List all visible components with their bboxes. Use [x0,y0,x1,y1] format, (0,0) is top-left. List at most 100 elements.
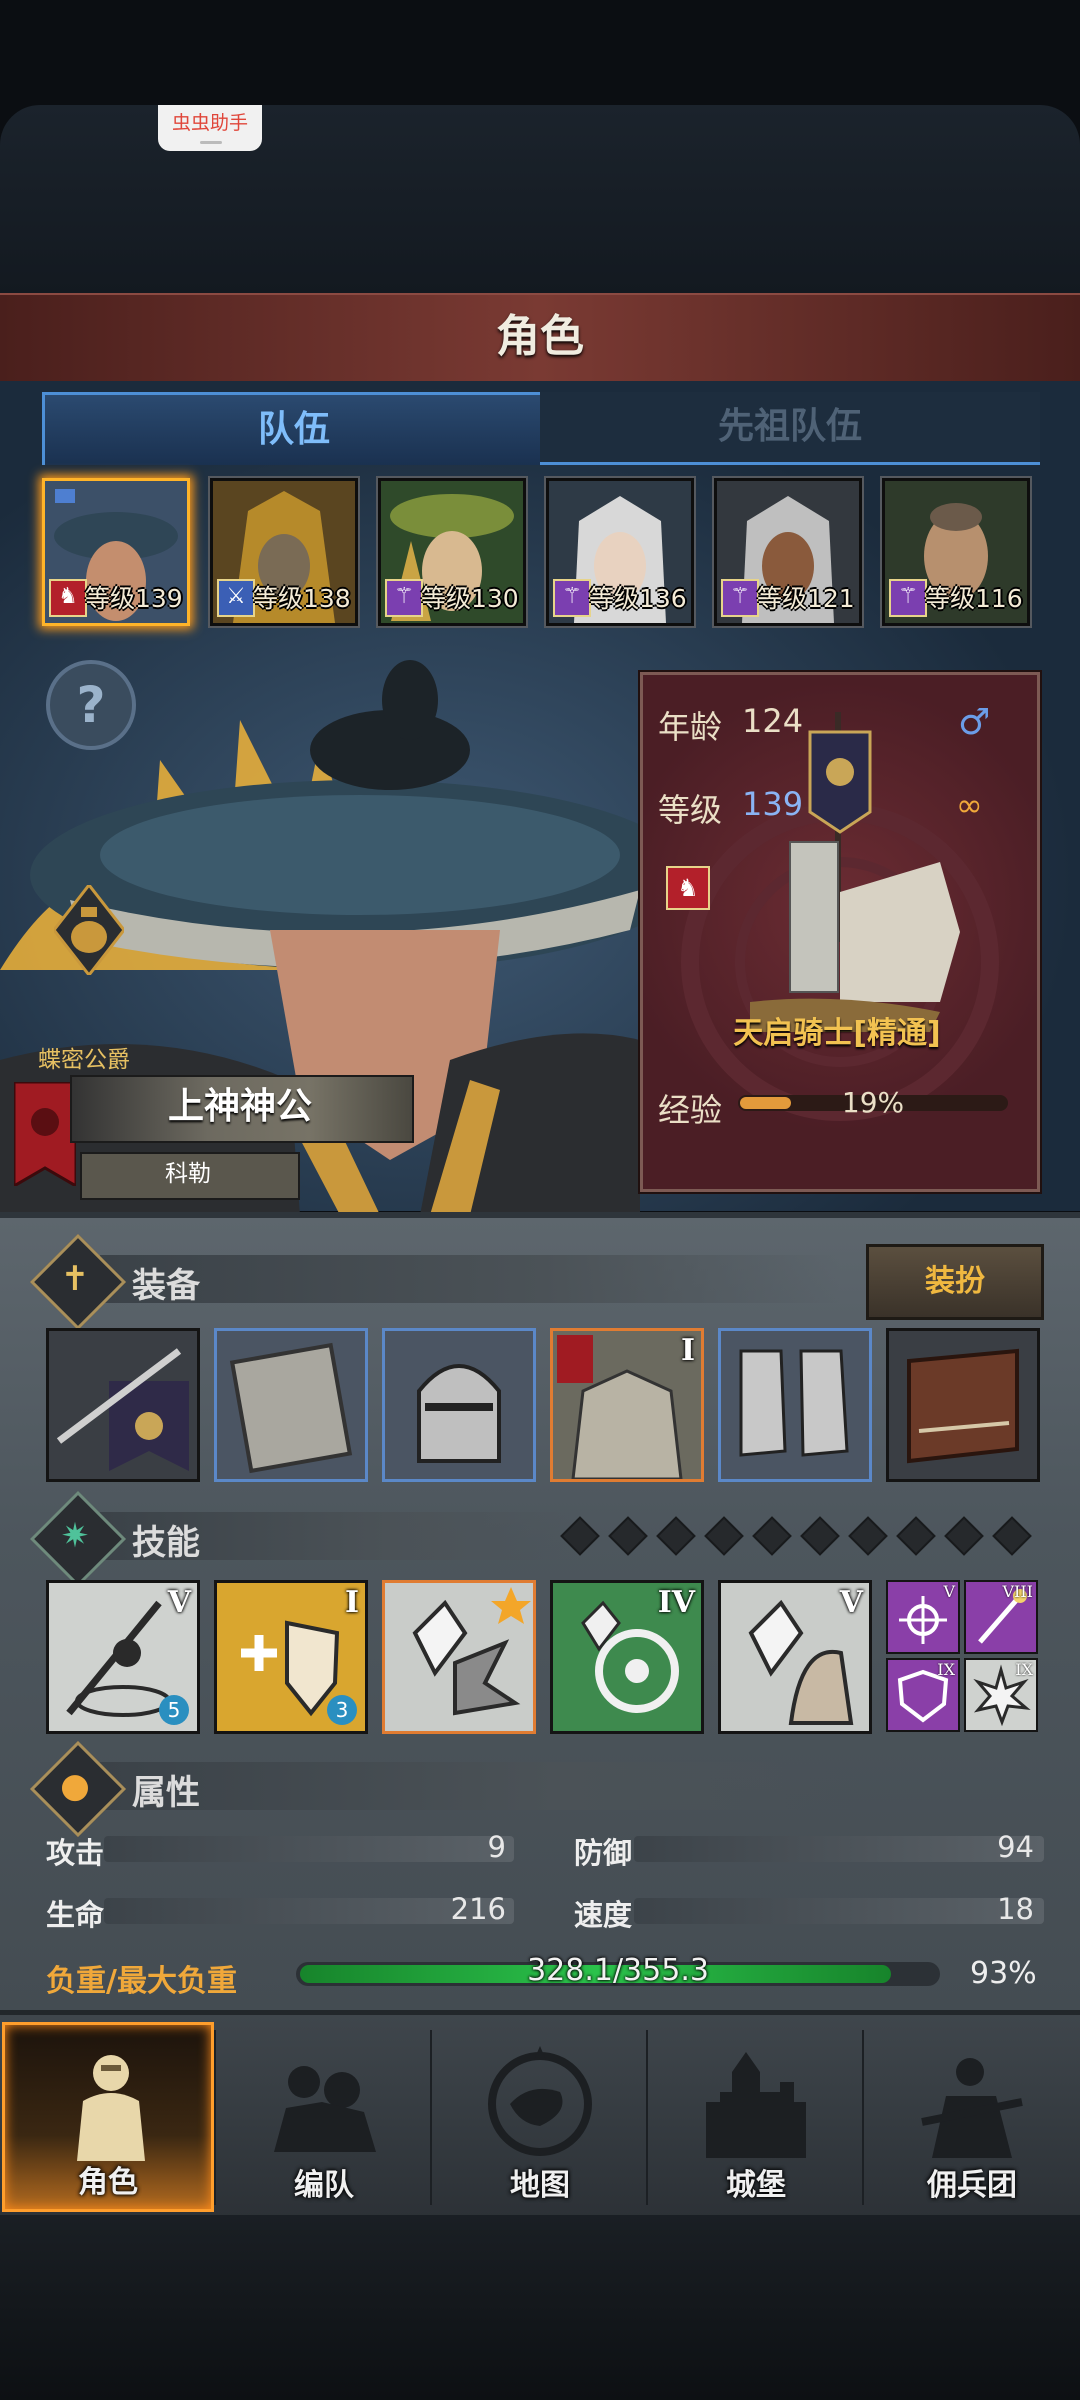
nav-label: 地图 [510,2168,570,2203]
speed-label: 速度 [574,1898,633,1932]
attributes-header-bar [100,1762,860,1810]
hero-card-1[interactable]: ♞ 等级139 [42,478,190,626]
hero-card-3[interactable]: ⚚ 等级130 [378,478,526,626]
equipment-slot-shield[interactable] [214,1328,368,1482]
equipment-slot-armor[interactable]: I [550,1328,704,1482]
staff-icon: ⚚ [553,579,591,617]
age-value: 124 [742,702,804,740]
attack-label: 攻击 [46,1836,105,1870]
load-percent: 93% [970,1956,1037,1991]
skill-slot-5[interactable]: V [718,1580,872,1734]
tab-team[interactable]: 队伍 [42,392,546,465]
helper-badge[interactable]: 虫虫助手 [158,105,262,151]
formation-icon [274,2066,376,2152]
skill-tier: IV [657,1585,695,1620]
skill-tier: IX [1015,1660,1033,1679]
hero-card-6[interactable]: ⚚ 等级116 [882,478,1030,626]
hero-level: 等级138 [253,584,351,613]
passive-skill-2[interactable]: VIII [964,1580,1038,1654]
nav-divider [646,2030,648,2205]
tab-ancestor[interactable]: 先祖队伍 [540,392,1040,465]
skill-tier: V [839,1585,863,1620]
hero-level: 等级130 [421,584,519,613]
nav-label: 角色 [78,2165,138,2200]
hero-card-5[interactable]: ⚚ 等级121 [714,478,862,626]
star-icon: ✷ [60,1516,90,1556]
skills-title: 技能 [132,1523,200,1563]
nav-castle[interactable]: 城堡 [650,2022,862,2212]
staff-icon: ⚚ [889,579,927,617]
castle-icon [706,2052,806,2158]
passive-skill-3[interactable]: IX [886,1658,960,1732]
hero-level: 等级139 [85,584,183,613]
book-icon [889,1331,1037,1479]
boots-icon [721,1331,869,1479]
equipment-slot-helmet[interactable] [382,1328,536,1482]
level-value: 139 [742,785,804,823]
page-title: 角色 [496,311,584,362]
empty-skill-slot [800,1516,840,1556]
empty-skill-slot [560,1516,600,1556]
banner-icon [14,1082,76,1186]
nav-label: 编队 [294,2168,354,2203]
skill-slot-1[interactable]: V 5 [46,1580,200,1734]
hero-card-2[interactable]: ⚔ 等级138 [210,478,358,626]
equipment-slot-weapon[interactable] [46,1328,200,1482]
skill-slot-indicators [560,1516,1046,1556]
nav-divider [862,2030,864,2205]
skill-tier: V [167,1585,191,1620]
shield-icon [217,1331,365,1479]
spear-banner-icon [49,1331,197,1479]
hero-card-4[interactable]: ⚚ 等级136 [546,478,694,626]
equipment-slot-boots[interactable] [718,1328,872,1482]
nav-mercenary[interactable]: 佣兵团 [866,2022,1078,2212]
nav-character[interactable]: 角色 [2,2022,214,2212]
passive-skill-4[interactable]: IX [964,1658,1038,1732]
skill-slot-3[interactable] [382,1580,536,1734]
hp-label: 生命 [46,1898,105,1932]
skill-slot-4[interactable]: IV [550,1580,704,1734]
defense-value: 94 [997,1830,1034,1864]
age-label: 年龄 [658,708,723,746]
xp-percent: 19% [841,1086,905,1119]
outfit-button[interactable]: 装扮 [866,1244,1044,1320]
nav-divider [214,2030,216,2205]
hero-level: 等级116 [925,584,1023,613]
hero-level: 等级136 [589,584,687,613]
nav-map[interactable]: 地图 [434,2022,646,2212]
noble-rank: 蝶密公爵 [38,1047,130,1073]
empty-skill-slot [656,1516,696,1556]
sword-icon: ⚔ [217,579,255,617]
bottom-area [0,2215,1080,2400]
potion-icon[interactable] [54,885,124,975]
rings-icon[interactable]: ∞ [956,786,983,824]
help-button[interactable]: ? [46,660,136,750]
xp-label: 经验 [658,1091,723,1129]
hero-level: 等级121 [757,584,855,613]
hero-surname: 科勒 [165,1161,211,1187]
crystal-strike-icon [385,1583,533,1731]
mercenary-icon [921,2058,1023,2158]
skill-badge: 3 [327,1695,357,1725]
armor-tier: I [680,1333,695,1368]
attack-value: 9 [487,1830,506,1864]
hero-name[interactable]: 上神神公 [70,1075,410,1139]
cross-icon: ✝ [60,1259,90,1299]
speed-value: 18 [997,1892,1034,1926]
knight-icon [77,2055,145,2161]
skill-slot-2[interactable]: I 3 [214,1580,368,1734]
staff-icon: ⚚ [721,579,759,617]
empty-skill-slot [944,1516,984,1556]
passive-skill-1[interactable]: V [886,1580,960,1654]
nav-label: 佣兵团 [927,2168,1017,2203]
armor-icon [553,1331,701,1479]
equipment-slot-book[interactable] [886,1328,1040,1482]
defense-label: 防御 [574,1836,633,1870]
empty-skill-slot [992,1516,1032,1556]
skill-badge: 5 [159,1695,189,1725]
staff-icon: ⚚ [385,579,423,617]
skill-tier: V [943,1582,955,1601]
helmet-icon [385,1331,533,1479]
equipment-title: 装备 [132,1266,200,1306]
nav-formation[interactable]: 编队 [218,2022,430,2212]
